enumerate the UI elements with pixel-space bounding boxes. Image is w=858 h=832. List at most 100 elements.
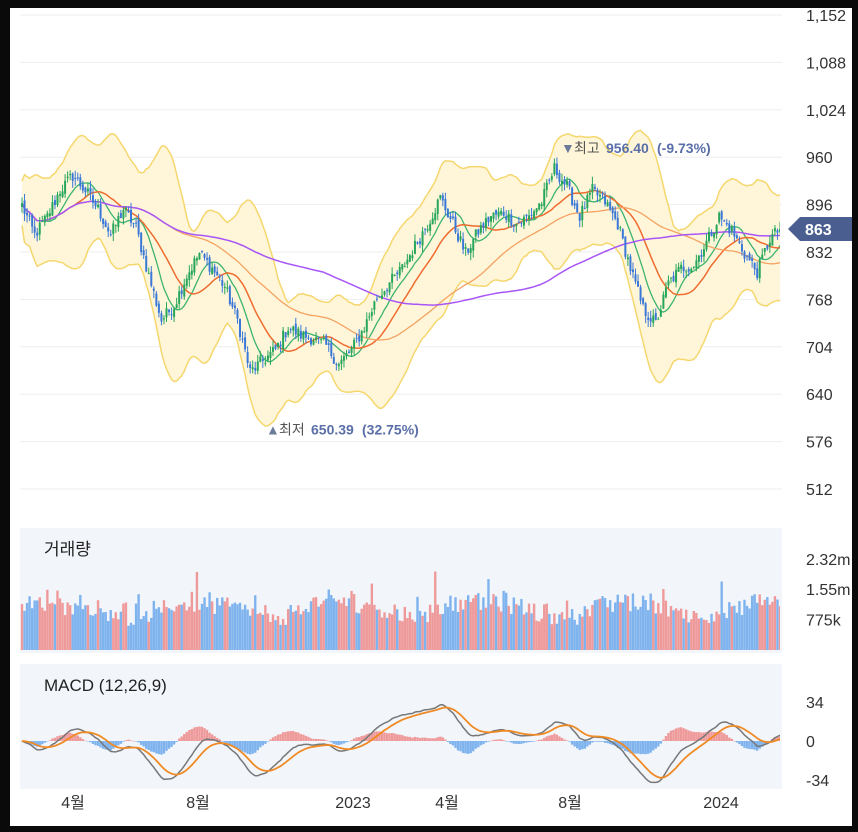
volume-bar bbox=[319, 604, 323, 650]
macd-hist-bar bbox=[221, 741, 224, 742]
volume-bar bbox=[735, 612, 739, 650]
volume-bar bbox=[254, 595, 257, 650]
volume-bar bbox=[383, 612, 386, 650]
candle-body bbox=[190, 270, 193, 275]
macd-hist-bar bbox=[659, 741, 663, 744]
macd-hist-bar bbox=[631, 741, 635, 754]
candle-body bbox=[416, 242, 419, 244]
candle-body bbox=[738, 241, 741, 243]
volume-bar bbox=[712, 621, 716, 650]
candle-body bbox=[495, 210, 498, 215]
macd-hist-bar bbox=[522, 741, 526, 744]
macd-hist-bar bbox=[183, 734, 186, 741]
volume-bar bbox=[91, 615, 95, 650]
volume-bar bbox=[730, 606, 734, 650]
candle-body bbox=[626, 257, 629, 260]
x-tick-label: 2023 bbox=[335, 795, 371, 812]
volume-bar bbox=[639, 606, 642, 650]
candle-body bbox=[700, 255, 703, 258]
candle-body bbox=[86, 188, 89, 192]
macd-hist-bar bbox=[388, 733, 391, 741]
volume-bar bbox=[695, 612, 698, 650]
volume-bar bbox=[360, 608, 363, 650]
candle-body bbox=[748, 253, 751, 261]
macd-hist-bar bbox=[748, 741, 751, 750]
candle-body bbox=[482, 223, 485, 228]
macd-hist-bar bbox=[312, 738, 315, 741]
candle-body bbox=[304, 330, 307, 338]
volume-bar bbox=[20, 604, 24, 650]
candle-body bbox=[162, 318, 165, 320]
volume-bar bbox=[231, 603, 234, 650]
volume-bar bbox=[472, 598, 475, 650]
volume-bar bbox=[322, 600, 325, 650]
candle-body bbox=[277, 342, 280, 347]
volume-bar bbox=[558, 614, 561, 650]
candle-body bbox=[695, 260, 698, 269]
macd-hist-bar bbox=[510, 741, 513, 743]
macd-hist-bar bbox=[390, 733, 394, 741]
macd-hist-bar bbox=[124, 740, 128, 741]
candle-body bbox=[287, 330, 290, 335]
candle-body bbox=[112, 223, 115, 234]
macd-hist-bar bbox=[261, 741, 265, 746]
candle-body bbox=[705, 240, 708, 250]
volume-bar bbox=[702, 619, 706, 650]
volume-bar bbox=[325, 598, 328, 650]
macd-hist-bar bbox=[193, 727, 196, 741]
volume-bar bbox=[423, 611, 427, 650]
macd-hist-bar bbox=[444, 739, 447, 741]
macd-y-tick-label: -34 bbox=[806, 773, 829, 790]
candle-body bbox=[233, 305, 236, 309]
x-tick-label: 8월 bbox=[558, 794, 582, 812]
macd-hist-bar bbox=[383, 732, 386, 741]
candle-body bbox=[614, 211, 617, 219]
candle-body bbox=[53, 200, 56, 206]
macd-hist-bar bbox=[297, 732, 300, 741]
candle-body bbox=[43, 215, 46, 223]
volume-bar bbox=[269, 621, 272, 650]
volume-bar bbox=[292, 612, 295, 650]
candle-body bbox=[51, 202, 54, 216]
volume-bar bbox=[216, 597, 219, 650]
volume-bar bbox=[570, 609, 574, 650]
volume-bar bbox=[261, 614, 265, 650]
volume-bar bbox=[233, 602, 237, 650]
candle-body bbox=[708, 231, 711, 242]
macd-hist-bar bbox=[685, 729, 688, 741]
volume-bar bbox=[540, 618, 543, 650]
macd-hist-bar bbox=[575, 741, 579, 749]
macd-hist-bar bbox=[94, 741, 97, 746]
candle-body bbox=[64, 180, 67, 194]
macd-hist-bar bbox=[89, 741, 92, 743]
volume-bar bbox=[717, 614, 721, 650]
volume-bar bbox=[626, 596, 630, 650]
volume-bar bbox=[393, 604, 396, 650]
volume-bar bbox=[408, 611, 412, 650]
volume-bar bbox=[259, 612, 262, 650]
volume-bar bbox=[175, 606, 178, 650]
volume-bar bbox=[350, 590, 353, 650]
candle-body bbox=[543, 189, 546, 207]
volume-bar bbox=[132, 624, 135, 650]
high-annotation: ▼ 최고 956.40 (-9.73%) bbox=[561, 140, 711, 156]
candle-body bbox=[218, 276, 221, 278]
volume-bar bbox=[180, 604, 183, 650]
macd-hist-bar bbox=[147, 741, 150, 751]
price-y-tick-label: 832 bbox=[806, 245, 833, 262]
macd-hist-bar bbox=[537, 739, 541, 741]
candle-body bbox=[436, 199, 439, 214]
volume-bar bbox=[274, 620, 277, 650]
macd-hist-bar bbox=[441, 737, 445, 741]
volume-y-tick-label: 775k bbox=[806, 613, 842, 630]
candle-body bbox=[500, 211, 503, 215]
macd-hist-bar bbox=[167, 741, 171, 749]
candle-body bbox=[46, 213, 49, 218]
candle-body bbox=[421, 231, 424, 246]
candle-body bbox=[226, 287, 229, 289]
macd-hist-bar bbox=[540, 739, 543, 741]
macd-hist-bar bbox=[454, 741, 457, 748]
volume-bar bbox=[276, 616, 280, 650]
candle-body bbox=[94, 200, 97, 207]
candle-body bbox=[457, 233, 460, 242]
